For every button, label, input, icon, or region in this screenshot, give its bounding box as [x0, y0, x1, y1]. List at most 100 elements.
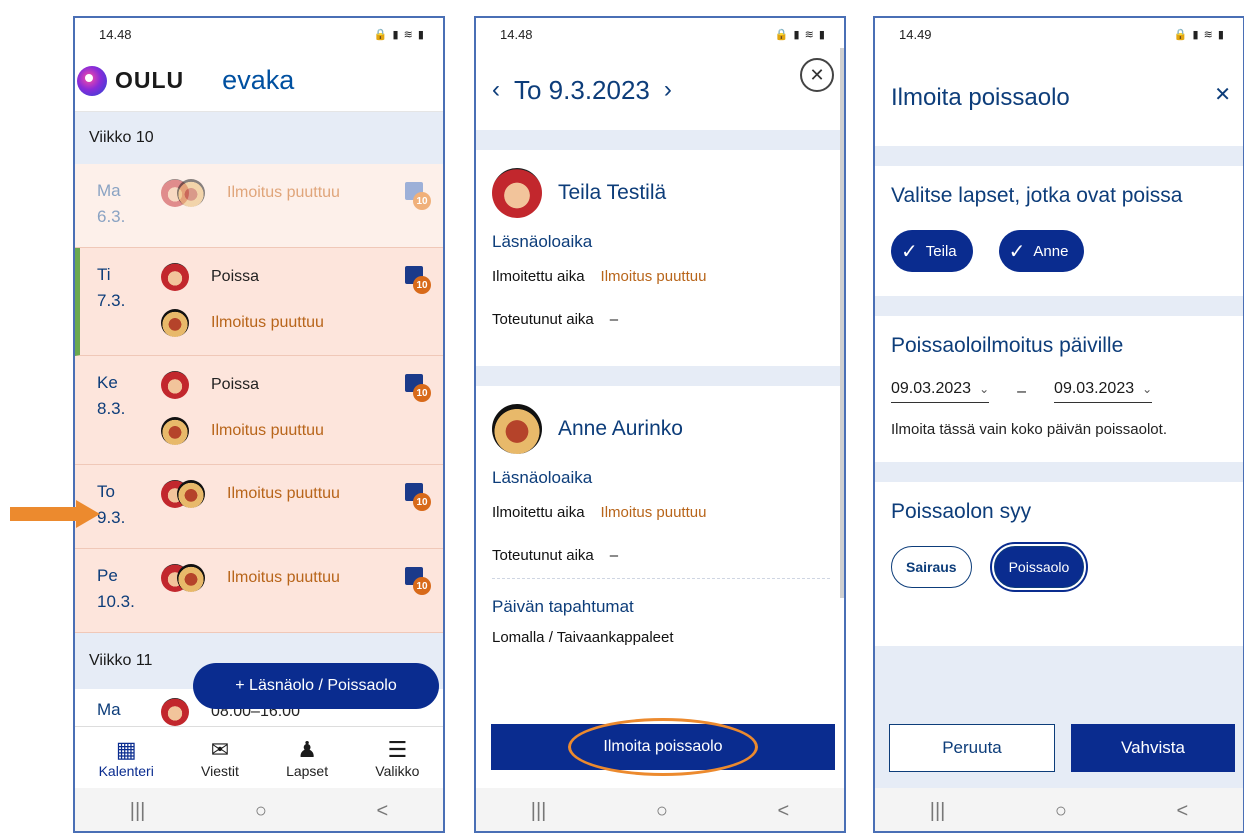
- day-weekday: Pe: [97, 566, 118, 585]
- divider: [875, 146, 1243, 166]
- actual-value: –: [609, 311, 619, 328]
- status-icons: 🔒 ▮ ≋ ▮: [774, 28, 826, 41]
- date-header: ‹ To 9.3.2023 › ✕: [476, 50, 844, 130]
- menu-icon: ☰: [387, 736, 408, 762]
- avatar: [161, 371, 189, 399]
- status-bar: 14.48 🔒 ▮ ≋ ▮: [476, 18, 844, 50]
- section-title: Läsnäoloaika: [492, 468, 593, 487]
- home-button[interactable]: ○: [656, 800, 668, 823]
- home-button[interactable]: ○: [1055, 800, 1067, 823]
- logo-text: OULU: [115, 67, 185, 93]
- form-footer: Peruuta Vahvista: [875, 646, 1243, 788]
- actual-label: Toteutunut aika: [492, 547, 594, 564]
- recents-button[interactable]: |||: [130, 800, 146, 823]
- recents-button[interactable]: |||: [930, 800, 946, 823]
- system-nav: ||| ○ <: [476, 788, 844, 831]
- highlight-arrow-icon: [10, 500, 100, 528]
- day-row-tuesday[interactable]: Ti 7.3. Poissa Ilmoitus puuttuu 10: [75, 248, 443, 356]
- calendar-phone: 14.48 🔒 ▮ ≋ ▮ OULU evaka Viikko 10 Ma 6.3…: [73, 16, 445, 833]
- end-date-select[interactable]: 09.03.2023 ⌄: [1054, 380, 1153, 403]
- reported-value: Ilmoitus puuttuu: [600, 268, 707, 285]
- entry-text: Ilmoitus puuttuu: [227, 184, 340, 201]
- nav-children[interactable]: ♟ Lapset: [286, 737, 328, 779]
- entry-text: Ilmoitus puuttuu: [227, 569, 340, 586]
- cancel-button[interactable]: Peruuta: [889, 724, 1055, 772]
- day-row-wednesday[interactable]: Ke 8.3. Poissa Ilmoitus puuttuu 10: [75, 356, 443, 465]
- start-date-select[interactable]: 09.03.2023 ⌄: [891, 380, 990, 403]
- date-range-dash: –: [1017, 382, 1027, 400]
- child-name: Anne Aurinko: [558, 417, 683, 440]
- entry-text: Poissa: [211, 268, 260, 285]
- confirm-button[interactable]: Vahvista: [1071, 724, 1235, 772]
- child-chip-anne[interactable]: ✓ Anne: [998, 230, 1085, 272]
- avatar: [161, 309, 189, 337]
- divider: [875, 296, 1243, 316]
- avatar: [161, 263, 189, 291]
- status-time: 14.48: [500, 26, 533, 42]
- reason-absence-button[interactable]: Poissaolo: [989, 542, 1089, 592]
- nav-menu[interactable]: ☰ Valikko: [375, 737, 419, 779]
- back-button[interactable]: <: [377, 800, 389, 823]
- bottom-nav: ▦ Kalenteri ✉ Viestit ♟ Lapset ☰ Valikko: [75, 726, 443, 788]
- week-header: Viikko 10: [75, 112, 443, 164]
- prev-day-chevron-icon[interactable]: ‹: [492, 76, 500, 104]
- avatar: [177, 564, 205, 592]
- nav-calendar[interactable]: ▦ Kalenteri: [99, 737, 154, 779]
- mail-icon: ✉: [210, 736, 230, 762]
- reason-sick-button[interactable]: Sairaus: [891, 546, 972, 588]
- add-attendance-button[interactable]: + Läsnäolo / Poissaolo: [193, 663, 439, 709]
- scrollbar[interactable]: [840, 48, 844, 598]
- calendar-badge-icon[interactable]: 10: [405, 372, 431, 402]
- reported-value: Ilmoitus puuttuu: [600, 504, 707, 521]
- section-title: Läsnäoloaika: [492, 232, 593, 251]
- children-section: Valitse lapset, jotka ovat poissa ✓ Teila…: [875, 166, 1243, 296]
- close-icon[interactable]: ✕: [800, 58, 834, 92]
- day-weekday: Ma: [97, 700, 121, 719]
- recents-button[interactable]: |||: [531, 800, 547, 823]
- reported-label: Ilmoitettu aika: [492, 268, 585, 285]
- entry-text: Ilmoitus puuttuu: [211, 314, 324, 331]
- calendar-badge-icon[interactable]: 10: [405, 481, 431, 511]
- close-icon[interactable]: ✕: [1214, 82, 1231, 107]
- day-row-thursday[interactable]: To 9.3. Ilmoitus puuttuu 10: [75, 465, 443, 549]
- day-weekday: Ke: [97, 373, 118, 392]
- next-day-chevron-icon[interactable]: ›: [664, 76, 672, 104]
- day-row-monday[interactable]: Ma 6.3. Ilmoitus puuttuu 10: [75, 164, 443, 248]
- day-weekday: Ti: [97, 265, 111, 284]
- events-title: Päivän tapahtumat: [492, 597, 634, 616]
- day-date: 6.3.: [97, 207, 126, 226]
- back-button[interactable]: <: [1177, 800, 1189, 823]
- check-icon: ✓: [1008, 240, 1026, 263]
- day-date: 9.3.: [97, 508, 126, 527]
- form-title-bar: Ilmoita poissaolo ✕: [875, 50, 1243, 146]
- day-date: 8.3.: [97, 399, 126, 418]
- child-chip-teila[interactable]: ✓ Teila: [891, 230, 973, 272]
- section-title: Valitse lapset, jotka ovat poissa: [891, 184, 1183, 207]
- avatar: [492, 168, 542, 218]
- system-nav: ||| ○ <: [75, 788, 443, 831]
- back-button[interactable]: <: [778, 800, 790, 823]
- avatar: [177, 480, 205, 508]
- day-row-friday[interactable]: Pe 10.3. Ilmoitus puuttuu 10: [75, 549, 443, 633]
- status-bar: 14.49 🔒 ▮ ≋ ▮: [875, 18, 1243, 50]
- child-icon: ♟: [297, 736, 317, 762]
- date-title: To 9.3.2023: [514, 74, 650, 105]
- chevron-down-icon: ⌄: [979, 382, 990, 396]
- home-button[interactable]: ○: [255, 800, 267, 823]
- events-text: Lomalla / Taivaankappaleet: [492, 629, 674, 646]
- avatar: [161, 698, 189, 726]
- system-nav: ||| ○ <: [875, 788, 1243, 831]
- child-name: Teila Testilä: [558, 181, 667, 204]
- status-time: 14.48: [99, 26, 132, 42]
- form-title: Ilmoita poissaolo: [891, 84, 1070, 111]
- app-name: evaka: [222, 65, 295, 95]
- calendar-badge-icon[interactable]: 10: [405, 180, 431, 210]
- status-bar: 14.48 🔒 ▮ ≋ ▮: [75, 18, 443, 50]
- avatar: [492, 404, 542, 454]
- app-header: OULU evaka: [75, 50, 443, 112]
- calendar-badge-icon[interactable]: 10: [405, 264, 431, 294]
- entry-text: Ilmoitus puuttuu: [211, 422, 324, 439]
- calendar-badge-icon[interactable]: 10: [405, 565, 431, 595]
- nav-messages[interactable]: ✉ Viestit: [201, 737, 239, 779]
- info-text: Ilmoita tässä vain koko päivän poissaolo…: [891, 421, 1167, 438]
